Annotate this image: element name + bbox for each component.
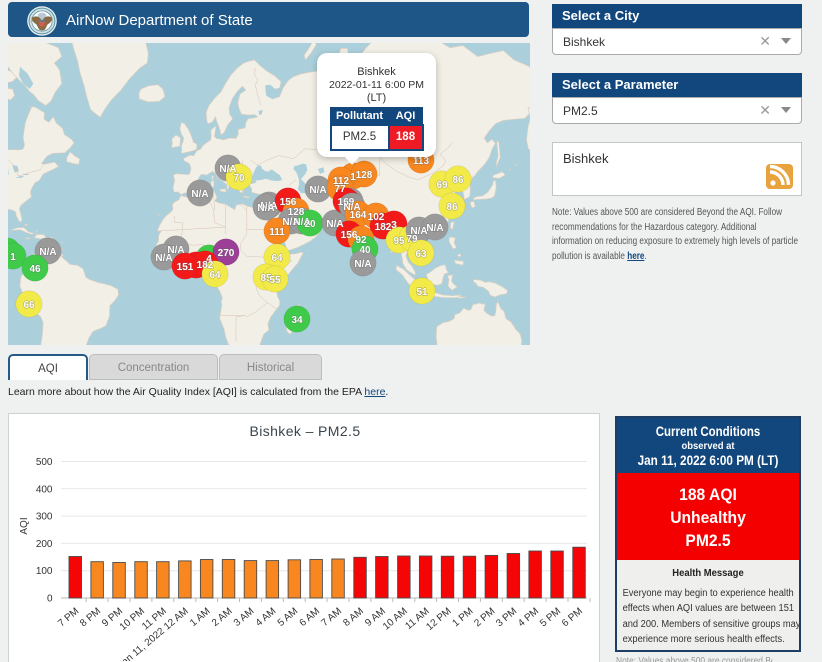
- svg-text:2 AM: 2 AM: [210, 606, 235, 629]
- svg-text:46: 46: [29, 264, 41, 275]
- svg-text:4 PM: 4 PM: [516, 606, 541, 629]
- svg-text:55: 55: [269, 275, 281, 286]
- svg-text:N/A: N/A: [155, 253, 172, 264]
- svg-text:111: 111: [269, 227, 285, 238]
- svg-text:70: 70: [233, 173, 245, 184]
- svg-text:12 PM: 12 PM: [424, 606, 453, 633]
- svg-text:0: 0: [47, 594, 53, 605]
- svg-text:Bishkek – PM2.5: Bishkek – PM2.5: [249, 423, 360, 439]
- svg-text:51: 51: [416, 287, 428, 298]
- svg-text:63: 63: [415, 249, 427, 260]
- svg-text:86: 86: [452, 175, 464, 186]
- svg-text:64: 64: [271, 253, 283, 264]
- svg-text:182: 182: [375, 222, 392, 233]
- svg-text:200: 200: [36, 539, 53, 550]
- svg-text:N/A: N/A: [426, 223, 443, 234]
- svg-text:N/A: N/A: [39, 247, 56, 258]
- svg-text:N/A: N/A: [257, 203, 274, 214]
- svg-text:113: 113: [413, 156, 430, 167]
- svg-text:3 PM: 3 PM: [494, 606, 519, 629]
- svg-text:86: 86: [446, 202, 458, 213]
- svg-text:10 AM: 10 AM: [381, 606, 410, 633]
- svg-text:6 PM: 6 PM: [560, 606, 585, 629]
- svg-text:4 AM: 4 AM: [254, 606, 279, 629]
- svg-text:500: 500: [36, 457, 53, 468]
- svg-text:N/A: N/A: [410, 226, 427, 237]
- svg-text:1 PM: 1 PM: [450, 606, 475, 629]
- svg-text:8 PM: 8 PM: [78, 606, 103, 629]
- svg-text:AQI: AQI: [19, 517, 30, 534]
- svg-text:95: 95: [393, 236, 405, 247]
- svg-text:5 AM: 5 AM: [276, 606, 301, 629]
- svg-text:N/A: N/A: [191, 189, 208, 200]
- svg-text:7 PM: 7 PM: [56, 606, 81, 629]
- svg-text:1 AM: 1 AM: [188, 606, 213, 629]
- svg-text:69: 69: [436, 180, 448, 191]
- svg-text:N/A: N/A: [354, 259, 371, 270]
- svg-text:10 PM: 10 PM: [118, 606, 147, 633]
- svg-text:100: 100: [36, 566, 53, 577]
- svg-text:N/A: N/A: [326, 219, 343, 230]
- svg-text:270: 270: [218, 248, 235, 259]
- svg-text:34: 34: [291, 315, 303, 326]
- svg-text:3 AM: 3 AM: [232, 606, 257, 629]
- svg-text:3: 3: [391, 220, 397, 231]
- svg-text:151: 151: [177, 262, 194, 273]
- svg-text:66: 66: [23, 300, 35, 311]
- svg-text:400: 400: [36, 484, 53, 495]
- svg-text:20: 20: [304, 219, 316, 230]
- svg-text:1: 1: [10, 252, 16, 263]
- svg-text:128: 128: [356, 170, 373, 181]
- svg-text:6 AM: 6 AM: [298, 606, 323, 629]
- svg-text:2 PM: 2 PM: [472, 606, 497, 629]
- svg-text:40: 40: [359, 245, 371, 256]
- svg-text:8 AM: 8 AM: [341, 606, 366, 629]
- svg-text:5 PM: 5 PM: [538, 606, 563, 629]
- svg-text:N/A: N/A: [309, 185, 326, 196]
- svg-text:77: 77: [334, 184, 346, 195]
- svg-text:7 AM: 7 AM: [319, 606, 344, 629]
- svg-text:64: 64: [209, 270, 221, 281]
- svg-text:164: 164: [350, 210, 367, 221]
- svg-text:300: 300: [36, 512, 53, 523]
